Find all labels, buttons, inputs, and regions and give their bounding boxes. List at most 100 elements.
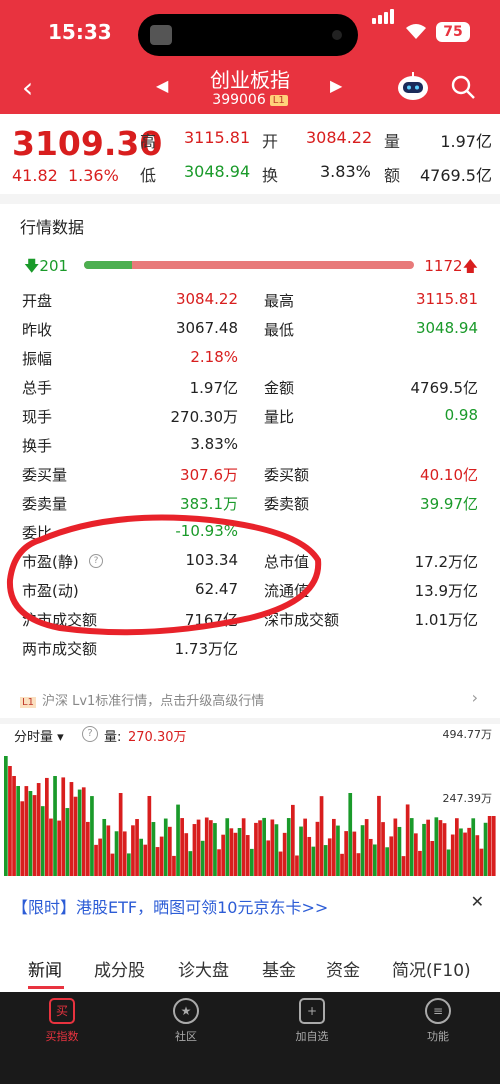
- volume-bar: [475, 835, 480, 876]
- row-label: 总手: [22, 379, 53, 397]
- price-change: 41.82 1.36%: [12, 166, 119, 185]
- search-icon[interactable]: [450, 74, 476, 100]
- volume-bar: [389, 836, 394, 876]
- volume-bar: [16, 786, 20, 876]
- volume-bars: [4, 756, 496, 876]
- volume-bar: [86, 821, 90, 876]
- data-row: 市盈(动) 62.47 流通值 13.9万亿: [0, 580, 500, 608]
- volume-bar: [110, 853, 115, 876]
- add-watchlist-button[interactable]: + 加自选: [262, 998, 362, 1044]
- volume-bar: [463, 832, 467, 876]
- bottom-toolbar: 买买指数 ★ 社区 + 加自选 ≡ 功能: [0, 992, 500, 1084]
- volume-bar: [401, 856, 406, 876]
- volume-bar: [118, 793, 123, 876]
- volume-bar: [233, 832, 238, 876]
- row-label-2: 量比: [264, 408, 295, 426]
- row-label: 委买量: [22, 466, 68, 484]
- volume-bar: [61, 777, 66, 876]
- community-button[interactable]: ★ 社区: [136, 998, 236, 1044]
- volume-bar: [455, 818, 459, 876]
- row-label: 振幅: [22, 350, 53, 368]
- volume-bar: [274, 824, 279, 876]
- row-label: 昨收: [22, 321, 53, 339]
- volume-bar: [180, 818, 184, 876]
- row-value-2: 40.10亿: [420, 466, 478, 484]
- volume-bar: [147, 795, 152, 876]
- row-label: 两市成交额: [22, 640, 98, 658]
- promo-banner[interactable]: 【限时】港股ETF，晒图可领10元京东卡>> ✕: [0, 880, 500, 928]
- turnover-value: 3.83%: [320, 162, 371, 181]
- dynamic-island: [138, 14, 358, 56]
- volume-bar: [94, 844, 98, 876]
- volume-bar: [364, 819, 369, 876]
- camera-dot: [332, 30, 342, 40]
- tab-funds[interactable]: 基金: [262, 956, 296, 981]
- next-index-icon[interactable]: ▶: [330, 76, 342, 95]
- close-icon[interactable]: ✕: [471, 892, 484, 911]
- volume-bar: [327, 838, 332, 876]
- help-icon[interactable]: ?: [89, 554, 103, 568]
- assistant-robot-icon[interactable]: [396, 72, 430, 102]
- level-badge: L1: [269, 94, 288, 106]
- row-value: 1.97亿: [189, 379, 238, 397]
- low-value: 3048.94: [184, 162, 251, 181]
- change-pct: 1.36%: [67, 166, 119, 185]
- volume-bar: [135, 819, 139, 876]
- wifi-icon: [406, 24, 426, 39]
- amount-value: 4769.5亿: [420, 166, 492, 185]
- volume-bar: [459, 828, 463, 876]
- volume-bar: [491, 816, 496, 876]
- data-row: 现手 270.30万 量比 0.98: [0, 406, 500, 434]
- volume-value: 1.97亿: [440, 132, 492, 151]
- volume-label: 量: [384, 132, 401, 151]
- island-avatar: [150, 25, 172, 45]
- row-label: 开盘: [22, 292, 53, 310]
- row-value: 383.1万: [180, 495, 238, 513]
- buy-index-button[interactable]: 买买指数: [12, 998, 112, 1044]
- row-value: 7167亿: [184, 611, 238, 629]
- data-row: 开盘 3084.22 最高 3115.81: [0, 290, 500, 318]
- high-label: 高: [140, 132, 157, 151]
- volume-bar: [262, 817, 266, 876]
- volume-bar: [360, 825, 365, 876]
- row-value-2: 3115.81: [415, 290, 478, 308]
- volume-bar: [237, 828, 242, 876]
- volume-bar: [159, 836, 164, 876]
- chart-mode-label: 分时量: [14, 730, 54, 745]
- row-label-2: 总市值: [264, 553, 310, 571]
- row-value: 3067.48: [175, 319, 238, 337]
- decliners-count: 201: [39, 257, 69, 275]
- volume-bar: [45, 777, 49, 876]
- row-value-2: 13.9万亿: [414, 582, 478, 600]
- volume-bar: [90, 796, 94, 876]
- volume-bar: [176, 804, 180, 876]
- tab-news[interactable]: 新闻: [28, 956, 62, 981]
- panel-title: 行情数据: [20, 218, 85, 237]
- chevron-right-icon[interactable]: ›: [472, 688, 478, 707]
- volume-bar: [315, 821, 320, 876]
- upgrade-tip[interactable]: L1 沪深 Lv1标准行情，点击升级高级行情: [20, 690, 264, 709]
- volume-bar: [229, 828, 234, 876]
- community-label: 社区: [175, 1030, 197, 1043]
- data-row: 昨收 3067.48 最低 3048.94: [0, 319, 500, 347]
- volume-bar: [282, 832, 287, 876]
- tab-constituents[interactable]: 成分股: [94, 956, 145, 981]
- volume-bar: [409, 818, 414, 876]
- functions-button[interactable]: ≡ 功能: [388, 998, 488, 1044]
- help-icon[interactable]: ?: [82, 726, 98, 742]
- volume-bar: [258, 820, 262, 876]
- volume-chart: 分时量 ▾ ? 量: 270.30万 494.77万 247.39万: [0, 724, 500, 876]
- volume-bar: [102, 818, 107, 876]
- tab-diagnose[interactable]: 诊大盘: [178, 956, 229, 981]
- data-row: 总手 1.97亿 金额 4769.5亿: [0, 377, 500, 405]
- volume-bar: [168, 826, 172, 876]
- chart-mode-dropdown[interactable]: 分时量 ▾: [14, 726, 64, 745]
- volume-bar: [397, 826, 402, 876]
- tab-f10[interactable]: 简况(F10): [392, 956, 471, 981]
- row-value-2: 0.98: [444, 406, 478, 424]
- volume-bar: [332, 818, 336, 876]
- tab-capital[interactable]: 资金: [326, 956, 360, 981]
- volume-bar: [405, 804, 410, 876]
- amount-label: 额: [384, 166, 401, 185]
- row-label-2: 委买额: [264, 466, 310, 484]
